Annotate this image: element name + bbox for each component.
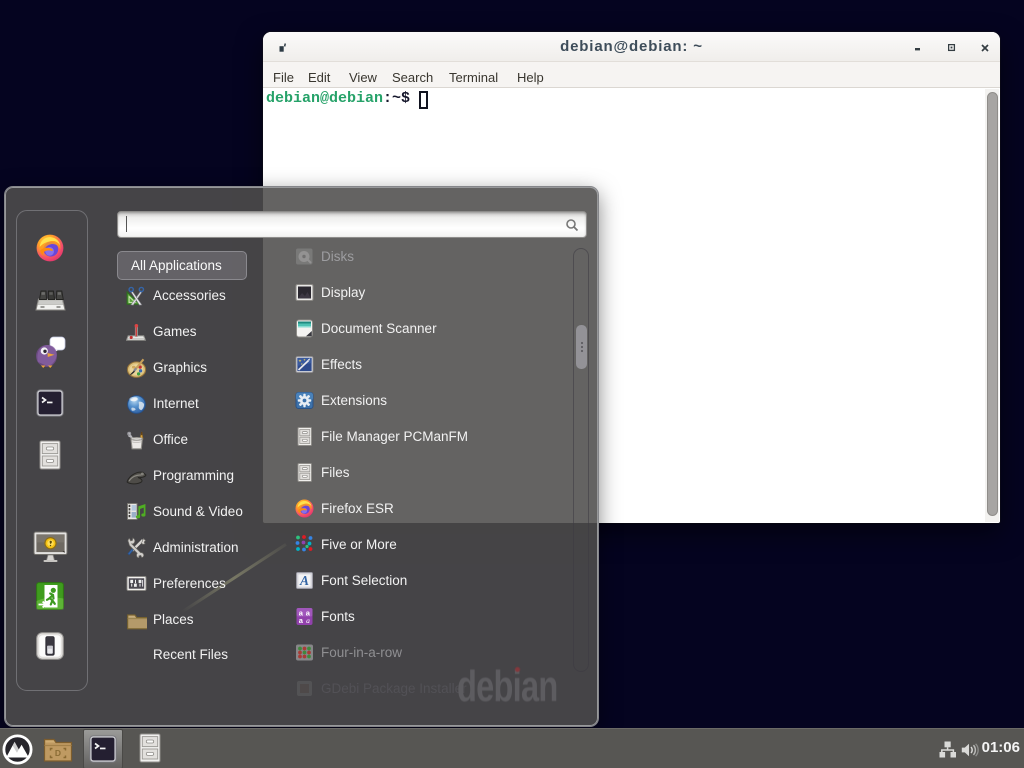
- svg-text:A: A: [299, 573, 309, 588]
- svg-text:D: D: [55, 748, 61, 758]
- svg-text:a: a: [306, 616, 310, 625]
